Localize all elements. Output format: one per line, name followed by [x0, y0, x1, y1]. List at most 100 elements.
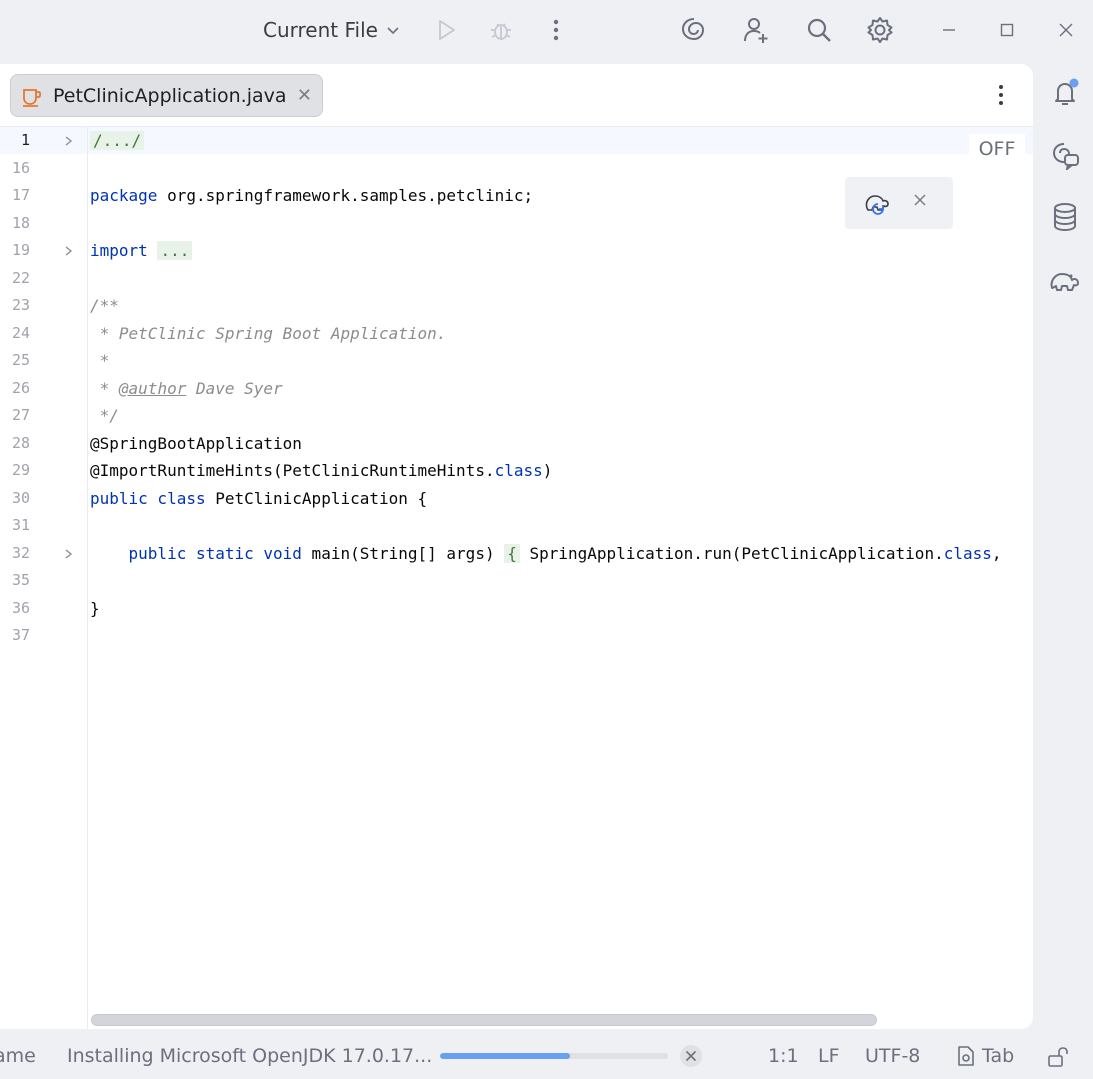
code-line[interactable]: 29 @ImportRuntimeHints(PetClinicRuntimeHi…	[0, 457, 1033, 484]
settings-icon[interactable]	[862, 12, 898, 48]
code-line[interactable]: 1 /.../	[0, 127, 1033, 154]
run-config-label: Current File	[263, 18, 378, 42]
line-number: 18	[11, 213, 30, 232]
gradle-icon[interactable]	[1045, 260, 1085, 300]
gradle-reload-icon[interactable]	[863, 190, 891, 220]
debug-icon[interactable]	[483, 12, 519, 48]
code-text: public static void main(String[] args) {…	[90, 540, 1002, 567]
code-text: /.../	[90, 127, 145, 154]
code-token: }	[90, 598, 100, 618]
ai-assistant-icon[interactable]	[676, 12, 712, 48]
minimize-icon[interactable]	[931, 12, 967, 48]
code-line[interactable]: 28 @SpringBootApplication	[0, 430, 1033, 457]
code-token: /**	[90, 296, 119, 315]
unlock-icon[interactable]	[1047, 1046, 1069, 1073]
code-text: public class PetClinicApplication {	[90, 485, 427, 512]
code-text: }	[90, 595, 100, 622]
more-vert-icon[interactable]	[538, 12, 574, 48]
code-line[interactable]: 24 * PetClinic Spring Boot Application.	[0, 320, 1033, 347]
code-line[interactable]: 22	[0, 265, 1033, 292]
line-number: 1	[20, 131, 30, 149]
code-token: class	[494, 461, 543, 480]
code-token: /.../	[90, 131, 145, 150]
notifications-icon[interactable]	[1045, 73, 1085, 113]
code-token: *	[90, 351, 110, 370]
status-bar: ame Installing Microsoft OpenJDK 17.0.17…	[0, 1035, 1093, 1079]
indent-setting[interactable]: Tab	[956, 1045, 1014, 1067]
code-line[interactable]: 31	[0, 512, 1033, 539]
code-area[interactable]: 1 /.../ 16 17 package org.springframework.sa…	[0, 127, 1033, 1007]
line-number: 36	[11, 598, 30, 617]
code-token: main(String[] args)	[301, 543, 505, 563]
code-line[interactable]: 27 */	[0, 402, 1033, 429]
close-popup-icon[interactable]	[913, 192, 927, 211]
ai-chat-icon[interactable]	[1045, 135, 1085, 175]
gradle-reload-popup	[845, 177, 953, 229]
editor-tab-bar: PetClinicApplication.java ✕	[0, 64, 1033, 127]
run-icon[interactable]	[428, 12, 464, 48]
database-icon[interactable]	[1045, 197, 1085, 237]
code-token: org.springframework.samples.petclinic;	[157, 186, 534, 205]
code-line[interactable]: 30 public class PetClinicApplication {	[0, 485, 1033, 512]
line-number: 37	[11, 626, 30, 644]
code-token: )	[542, 461, 553, 480]
code-text: import ...	[90, 237, 193, 264]
code-line[interactable]: 25 *	[0, 347, 1033, 374]
code-line[interactable]: 36}	[0, 595, 1033, 622]
code-text: * PetClinic Spring Boot Application.	[90, 320, 447, 347]
code-line[interactable]: 35	[0, 567, 1033, 594]
code-line[interactable]: 23 /**	[0, 292, 1033, 319]
caret-position[interactable]: 1:1	[768, 1045, 799, 1067]
line-number: 19	[11, 241, 30, 259]
code-text: */	[90, 402, 119, 429]
fold-chevron-icon[interactable]	[61, 134, 75, 148]
code-token: */	[90, 406, 119, 425]
line-number: 26	[11, 378, 30, 397]
task-progress-bar	[440, 1053, 668, 1059]
line-number: 35	[11, 571, 30, 589]
line-number: 27	[11, 406, 30, 424]
tab-more-icon[interactable]	[988, 82, 1014, 108]
code-text: *	[90, 347, 110, 374]
run-config-selector[interactable]: Current File	[263, 14, 400, 46]
cancel-task-icon[interactable]	[679, 1044, 703, 1073]
editor-panel: PetClinicApplication.java ✕ 1 /.../ 16 17 pa…	[0, 64, 1033, 1029]
close-tab-icon[interactable]: ✕	[297, 85, 312, 106]
code-token: package	[90, 186, 158, 205]
off-badge[interactable]: OFF	[969, 134, 1025, 164]
line-number: 17	[11, 186, 30, 204]
editor-tab[interactable]: PetClinicApplication.java ✕	[10, 74, 323, 117]
code-line[interactable]: 26 * @author Dave Syer	[0, 375, 1033, 402]
fold-chevron-icon[interactable]	[61, 547, 75, 561]
code-token: @author	[118, 378, 187, 398]
code-token: @SpringBootApplication	[90, 433, 302, 453]
code-token: Dave Syer	[186, 378, 283, 398]
line-separator[interactable]: LF	[818, 1045, 840, 1067]
code-line[interactable]: 19 import ...	[0, 237, 1033, 264]
line-number: 22	[11, 268, 30, 287]
code-text: @ImportRuntimeHints(PetClinicRuntimeHint…	[90, 457, 552, 484]
close-window-icon[interactable]	[1048, 12, 1084, 48]
code-token: *	[90, 378, 119, 398]
code-text: * @author Dave Syer	[90, 375, 283, 402]
code-token: PetClinicApplication {	[205, 488, 428, 508]
line-number: 28	[11, 433, 30, 452]
code-token: * PetClinic Spring Boot Application.	[90, 323, 447, 343]
code-token: SpringApplication.run(PetClinicApplicati…	[519, 543, 944, 563]
horizontal-scrollbar[interactable]	[91, 1014, 877, 1026]
background-task-label[interactable]: Installing Microsoft OpenJDK 17.0.17...	[67, 1045, 432, 1067]
fold-chevron-icon[interactable]	[61, 244, 75, 258]
maximize-icon[interactable]	[989, 12, 1025, 48]
file-config-icon	[958, 1046, 974, 1066]
line-number: 31	[11, 516, 30, 534]
code-line[interactable]: 37	[0, 622, 1033, 649]
file-encoding[interactable]: UTF-8	[865, 1045, 920, 1067]
status-cut-text: ame	[0, 1045, 36, 1067]
code-line[interactable]: 32 public static void main(String[] args…	[0, 540, 1033, 567]
indent-label: Tab	[982, 1045, 1015, 1067]
search-icon[interactable]	[801, 12, 837, 48]
add-user-icon[interactable]	[738, 12, 774, 48]
code-text: @SpringBootApplication	[90, 430, 302, 457]
